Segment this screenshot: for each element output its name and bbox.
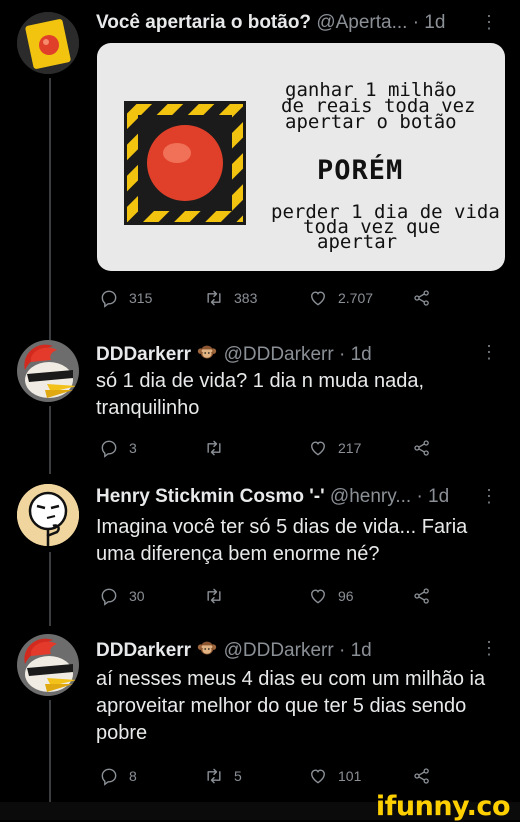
share-icon xyxy=(412,288,432,308)
like-button[interactable]: 217 xyxy=(308,438,361,458)
like-button[interactable]: 101 xyxy=(308,766,361,786)
reply-icon xyxy=(99,438,119,458)
avatar[interactable] xyxy=(17,634,79,696)
share-button[interactable] xyxy=(412,586,432,606)
like-count: 101 xyxy=(338,768,362,784)
thread-line xyxy=(49,406,51,474)
retweet-button[interactable] xyxy=(204,438,234,458)
button-meme-avatar xyxy=(17,12,79,74)
tweet-actions: 315 383 2.707 xyxy=(96,288,456,312)
heart-icon xyxy=(308,766,328,786)
share-icon xyxy=(412,766,432,786)
retweet-count: 383 xyxy=(234,290,258,306)
thread-line xyxy=(49,330,51,338)
tweet-main[interactable]: Você apertaria o botão? @Aperta... · 1d … xyxy=(0,0,520,340)
share-icon xyxy=(412,586,432,606)
timestamp: · 1d xyxy=(338,640,372,661)
share-button[interactable] xyxy=(412,766,432,786)
user-handle[interactable]: @DDDarkerr xyxy=(224,640,334,661)
share-button[interactable] xyxy=(412,288,432,308)
like-button[interactable]: 2.707 xyxy=(308,288,373,308)
ifunny-watermark: ifunny.co xyxy=(375,791,511,822)
retweet-count: 5 xyxy=(234,768,242,784)
thread-line xyxy=(49,552,51,626)
tweet-text: aí nesses meus 4 dias eu com um milhão i… xyxy=(96,668,486,744)
tweet-header: Você apertaria o botão? @Aperta... · 1d xyxy=(96,12,445,34)
timestamp: · 1d xyxy=(412,12,446,33)
tweet-actions: 30 96 xyxy=(96,586,456,610)
reply-button[interactable]: 3 xyxy=(99,438,137,458)
tweet-header: DDDarkerr @DDDarkerr · 1d xyxy=(96,342,372,366)
timestamp: · 1d xyxy=(338,344,372,365)
thread-line xyxy=(49,700,51,802)
display-name[interactable]: Henry Stickmin Cosmo '-' xyxy=(96,486,325,507)
reply-button[interactable]: 30 xyxy=(99,586,145,606)
meme-text-line: PORÉM xyxy=(317,155,404,186)
tweet-header: DDDarkerr @DDDarkerr · 1d xyxy=(96,638,372,662)
like-count: 96 xyxy=(338,588,354,604)
heart-icon xyxy=(308,438,328,458)
retweet-icon xyxy=(204,766,224,786)
more-options-icon[interactable]: ⋮ xyxy=(480,638,498,659)
heart-icon xyxy=(308,288,328,308)
like-count: 217 xyxy=(338,440,362,456)
reply-button[interactable]: 8 xyxy=(99,766,137,786)
display-name[interactable]: DDDarkerr xyxy=(96,640,191,661)
meme-text-line: apertar xyxy=(317,231,398,253)
woodpecker-avatar xyxy=(17,634,79,696)
stickman-avatar xyxy=(17,484,79,546)
share-button[interactable] xyxy=(412,438,432,458)
display-name[interactable]: Você apertaria o botão? xyxy=(96,12,311,33)
monkey-emoji-icon xyxy=(196,638,218,660)
more-options-icon[interactable]: ⋮ xyxy=(480,342,498,363)
reply-count: 3 xyxy=(129,440,137,456)
reply-icon xyxy=(99,586,119,606)
tweet-header: Henry Stickmin Cosmo '-' @henry... · 1d xyxy=(96,486,449,508)
reply-icon xyxy=(99,766,119,786)
red-button-illustration xyxy=(124,101,246,225)
avatar[interactable] xyxy=(17,484,79,546)
user-handle[interactable]: @Aperta... xyxy=(316,12,407,33)
tweet-reply[interactable]: DDDarkerr @DDDarkerr · 1d ⋮ aí nesses me… xyxy=(0,626,520,802)
user-handle[interactable]: @DDDarkerr xyxy=(224,344,334,365)
user-handle[interactable]: @henry... xyxy=(330,486,411,507)
tweet-reply[interactable]: Henry Stickmin Cosmo '-' @henry... · 1d … xyxy=(0,474,520,626)
display-name[interactable]: DDDarkerr xyxy=(96,344,191,365)
like-button[interactable]: 96 xyxy=(308,586,354,606)
reply-count: 315 xyxy=(129,290,153,306)
woodpecker-avatar xyxy=(17,340,79,402)
like-count: 2.707 xyxy=(338,290,374,306)
tweet-actions: 3 217 xyxy=(96,438,456,462)
retweet-button[interactable]: 5 xyxy=(204,766,242,786)
avatar[interactable] xyxy=(17,12,79,74)
reply-count: 30 xyxy=(129,588,145,604)
reply-icon xyxy=(99,288,119,308)
retweet-button[interactable]: 383 xyxy=(204,288,257,308)
retweet-button[interactable] xyxy=(204,586,234,606)
retweet-icon xyxy=(204,438,224,458)
timestamp: · 1d xyxy=(416,486,450,507)
tweet-actions: 8 5 101 xyxy=(96,766,456,790)
reply-button[interactable]: 315 xyxy=(99,288,152,308)
tweet-text: Imagina você ter só 5 dias de vida... Fa… xyxy=(96,516,468,565)
monkey-emoji-icon xyxy=(196,342,218,364)
retweet-icon xyxy=(204,586,224,606)
meme-text-line: apertar o botão xyxy=(285,111,457,133)
tweet-image[interactable]: ganhar 1 milhão de reais toda vez aperta… xyxy=(97,43,505,271)
avatar[interactable] xyxy=(17,340,79,402)
tweet-reply[interactable]: DDDarkerr @DDDarkerr · 1d ⋮ só 1 dia de … xyxy=(0,330,520,474)
more-options-icon[interactable]: ⋮ xyxy=(480,12,498,33)
tweet-text: só 1 dia de vida? 1 dia n muda nada, tra… xyxy=(96,370,425,419)
retweet-icon xyxy=(204,288,224,308)
heart-icon xyxy=(308,586,328,606)
thread-line xyxy=(49,78,51,340)
more-options-icon[interactable]: ⋮ xyxy=(480,486,498,507)
reply-count: 8 xyxy=(129,768,137,784)
share-icon xyxy=(412,438,432,458)
